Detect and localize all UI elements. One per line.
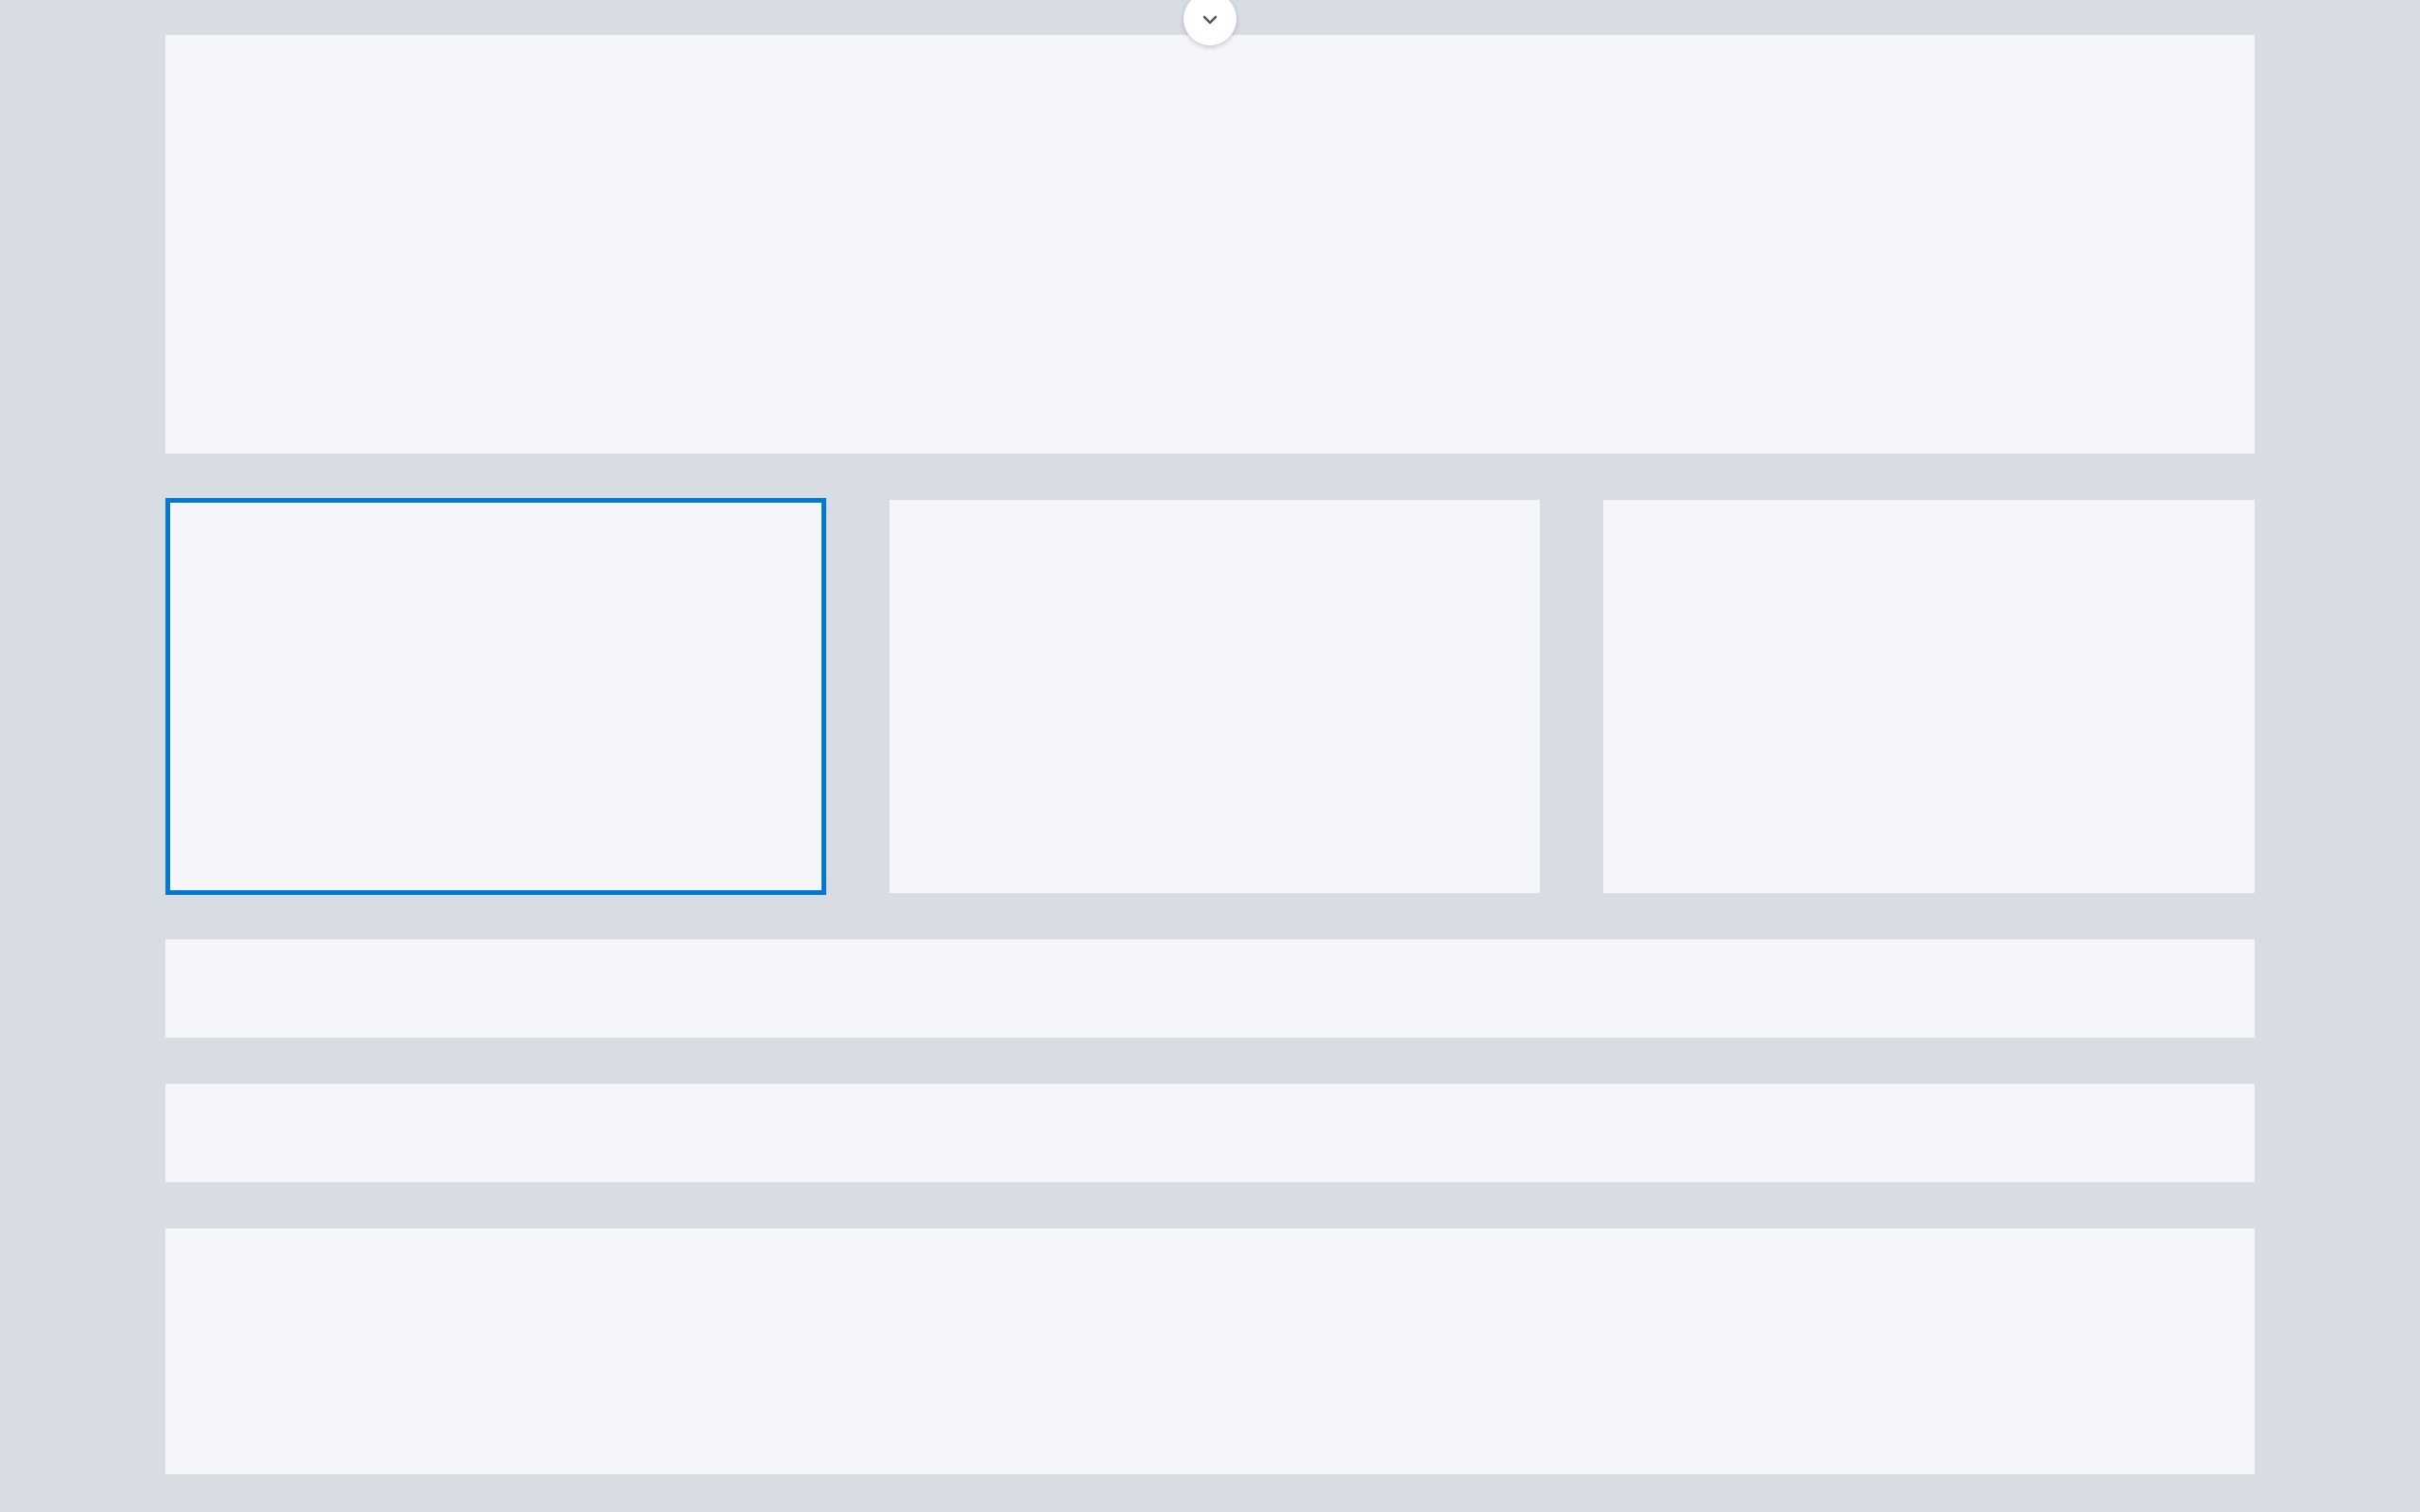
card-3[interactable]	[1603, 500, 2255, 893]
card-1[interactable]	[165, 498, 826, 895]
chevron-down-icon	[1199, 3, 1221, 36]
row-panel-1[interactable]	[165, 939, 2255, 1038]
row-panel-2[interactable]	[165, 1084, 2255, 1182]
hero-panel[interactable]	[165, 35, 2255, 454]
row-panel-3[interactable]	[165, 1228, 2255, 1474]
cards-row	[165, 500, 2255, 893]
card-2[interactable]	[890, 500, 1541, 893]
main-container	[165, 0, 2255, 1474]
